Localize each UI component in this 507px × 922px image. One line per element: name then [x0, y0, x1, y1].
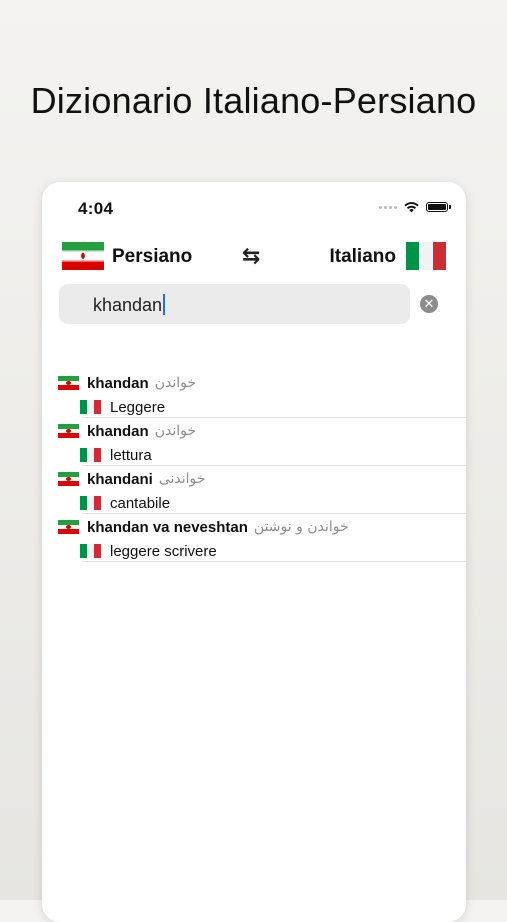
iran-flag-icon [58, 376, 79, 391]
result-item[interactable]: khandani خواندنی cantabile [42, 466, 466, 514]
result-term: khandan [87, 422, 149, 440]
result-persian: خواندن [154, 375, 196, 391]
result-item[interactable]: khandan va neveshtan خواندن و نوشتن legg… [42, 514, 466, 562]
result-item[interactable]: khandan خواندن Leggere [42, 370, 466, 418]
language-bar: Persiano ⇆ Italiano [42, 240, 466, 274]
target-language-label[interactable]: Italiano [329, 246, 396, 268]
result-term: khandan va neveshtan [87, 518, 248, 536]
divider [82, 561, 466, 562]
results-list: khandan خواندن Leggere khandan خواندن le… [42, 370, 466, 562]
italy-flag-icon [80, 496, 101, 510]
battery-icon [426, 202, 451, 212]
page-headline: Dizionario Italiano-Persiano [30, 80, 477, 121]
status-icons [379, 201, 451, 213]
phone-screen: 4:04 Persiano ⇆ Italiano khandan ✕ khand… [42, 182, 466, 922]
status-bar: 4:04 [42, 182, 466, 232]
search-input-value: khandan [93, 295, 163, 315]
iran-flag-icon [58, 520, 79, 535]
result-translation: leggere scrivere [110, 542, 217, 560]
result-translation: Leggere [110, 398, 166, 416]
italy-flag-icon [80, 544, 101, 558]
result-persian: خواندنی [158, 471, 206, 487]
search-input[interactable]: khandan [59, 284, 410, 324]
clear-icon[interactable]: ✕ [420, 295, 438, 313]
result-item[interactable]: khandan خواندن lettura [42, 418, 466, 466]
italy-flag-icon [80, 400, 101, 414]
result-persian: خواندن [154, 423, 196, 439]
wifi-icon [404, 202, 419, 213]
source-language-label[interactable]: Persiano [112, 246, 192, 268]
iran-flag-icon[interactable] [62, 242, 104, 270]
iran-flag-icon [58, 472, 79, 487]
status-time: 4:04 [78, 199, 114, 218]
iran-flag-icon [58, 424, 79, 439]
swap-icon[interactable]: ⇆ [242, 245, 260, 267]
signal-icon [379, 205, 397, 209]
result-translation: cantabile [110, 494, 171, 512]
result-term: khandan [87, 374, 149, 392]
text-caret [163, 294, 166, 315]
result-translation: lettura [110, 446, 152, 464]
result-persian: خواندن و نوشتن [253, 519, 349, 535]
result-term: khandani [87, 470, 153, 488]
italy-flag-icon[interactable] [406, 242, 446, 270]
italy-flag-icon [80, 448, 101, 462]
